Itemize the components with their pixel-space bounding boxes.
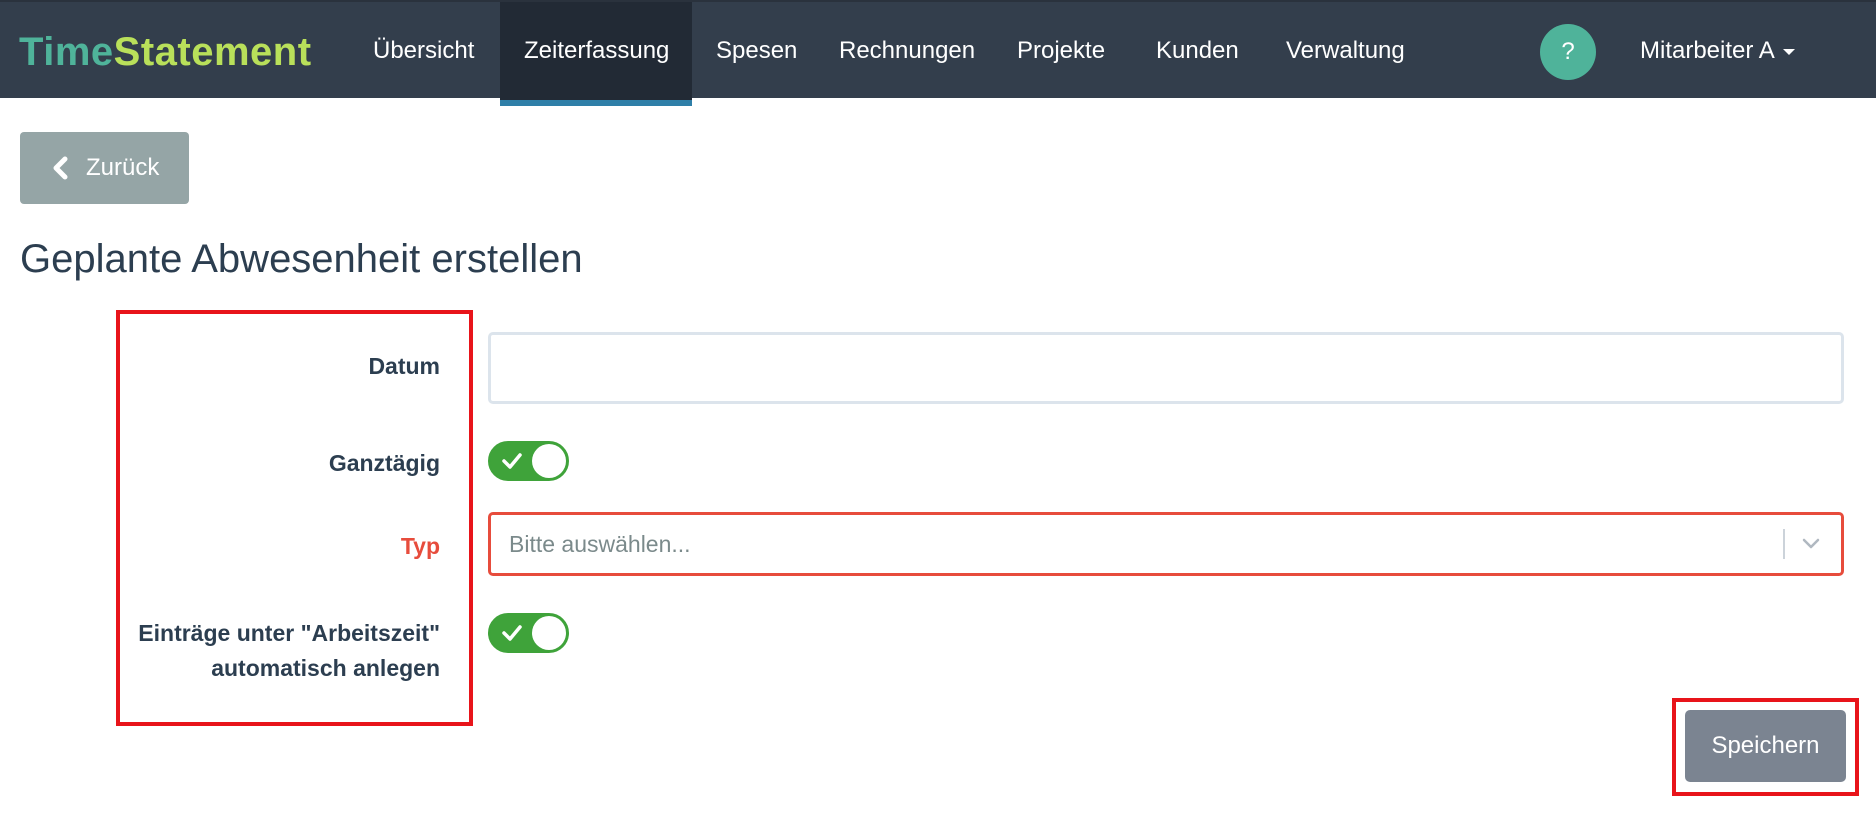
arbeitszeit-label-line1: Einträge unter "Arbeitszeit" (138, 620, 440, 646)
typ-label: Typ (400, 533, 440, 559)
top-navbar: TimeStatement Übersicht Zeiterfassung Sp… (0, 0, 1876, 106)
chevron-down-icon[interactable] (1799, 531, 1823, 555)
brand-part-time: Time (19, 30, 114, 74)
typ-select-placeholder: Bitte auswählen... (509, 531, 691, 557)
nav-item-spesen[interactable]: Spesen (692, 2, 821, 100)
check-icon (502, 453, 522, 469)
select-separator (1783, 529, 1785, 559)
arbeitszeit-label-line2: automatisch anlegen (211, 655, 440, 681)
datum-input[interactable] (488, 332, 1844, 404)
brand-logo[interactable]: TimeStatement (19, 28, 312, 76)
brand-part-statement: Statement (113, 30, 312, 74)
nav-item-kunden[interactable]: Kunden (1132, 2, 1263, 100)
nav-item-projekte[interactable]: Projekte (993, 2, 1129, 100)
page-title: Geplante Abwesenheit erstellen (20, 237, 583, 281)
caret-down-icon (1782, 48, 1795, 55)
arbeitszeit-toggle[interactable] (488, 613, 569, 653)
arbeitszeit-label: Einträge unter "Arbeitszeit" automatisch… (120, 616, 440, 686)
typ-select[interactable]: Bitte auswählen... (488, 512, 1844, 576)
ganztaegig-toggle[interactable] (488, 441, 569, 481)
chevron-left-icon (50, 132, 70, 231)
toggle-knob (532, 616, 566, 650)
nav-item-uebersicht[interactable]: Übersicht (349, 2, 498, 100)
toggle-knob (532, 444, 566, 478)
nav-item-zeiterfassung[interactable]: Zeiterfassung (500, 2, 692, 106)
user-menu-label: Mitarbeiter A (1640, 37, 1775, 64)
nav-item-verwaltung[interactable]: Verwaltung (1262, 2, 1429, 100)
back-button[interactable]: Zurück (20, 132, 189, 204)
user-menu-dropdown[interactable]: Mitarbeiter A (1640, 2, 1795, 100)
save-button[interactable]: Speichern (1685, 710, 1846, 782)
back-button-label: Zurück (86, 154, 160, 181)
help-button[interactable]: ? (1540, 24, 1596, 80)
check-icon (502, 625, 522, 641)
datum-label: Datum (368, 353, 440, 379)
ganztaegig-label: Ganztägig (328, 450, 440, 476)
nav-item-rechnungen[interactable]: Rechnungen (815, 2, 999, 100)
